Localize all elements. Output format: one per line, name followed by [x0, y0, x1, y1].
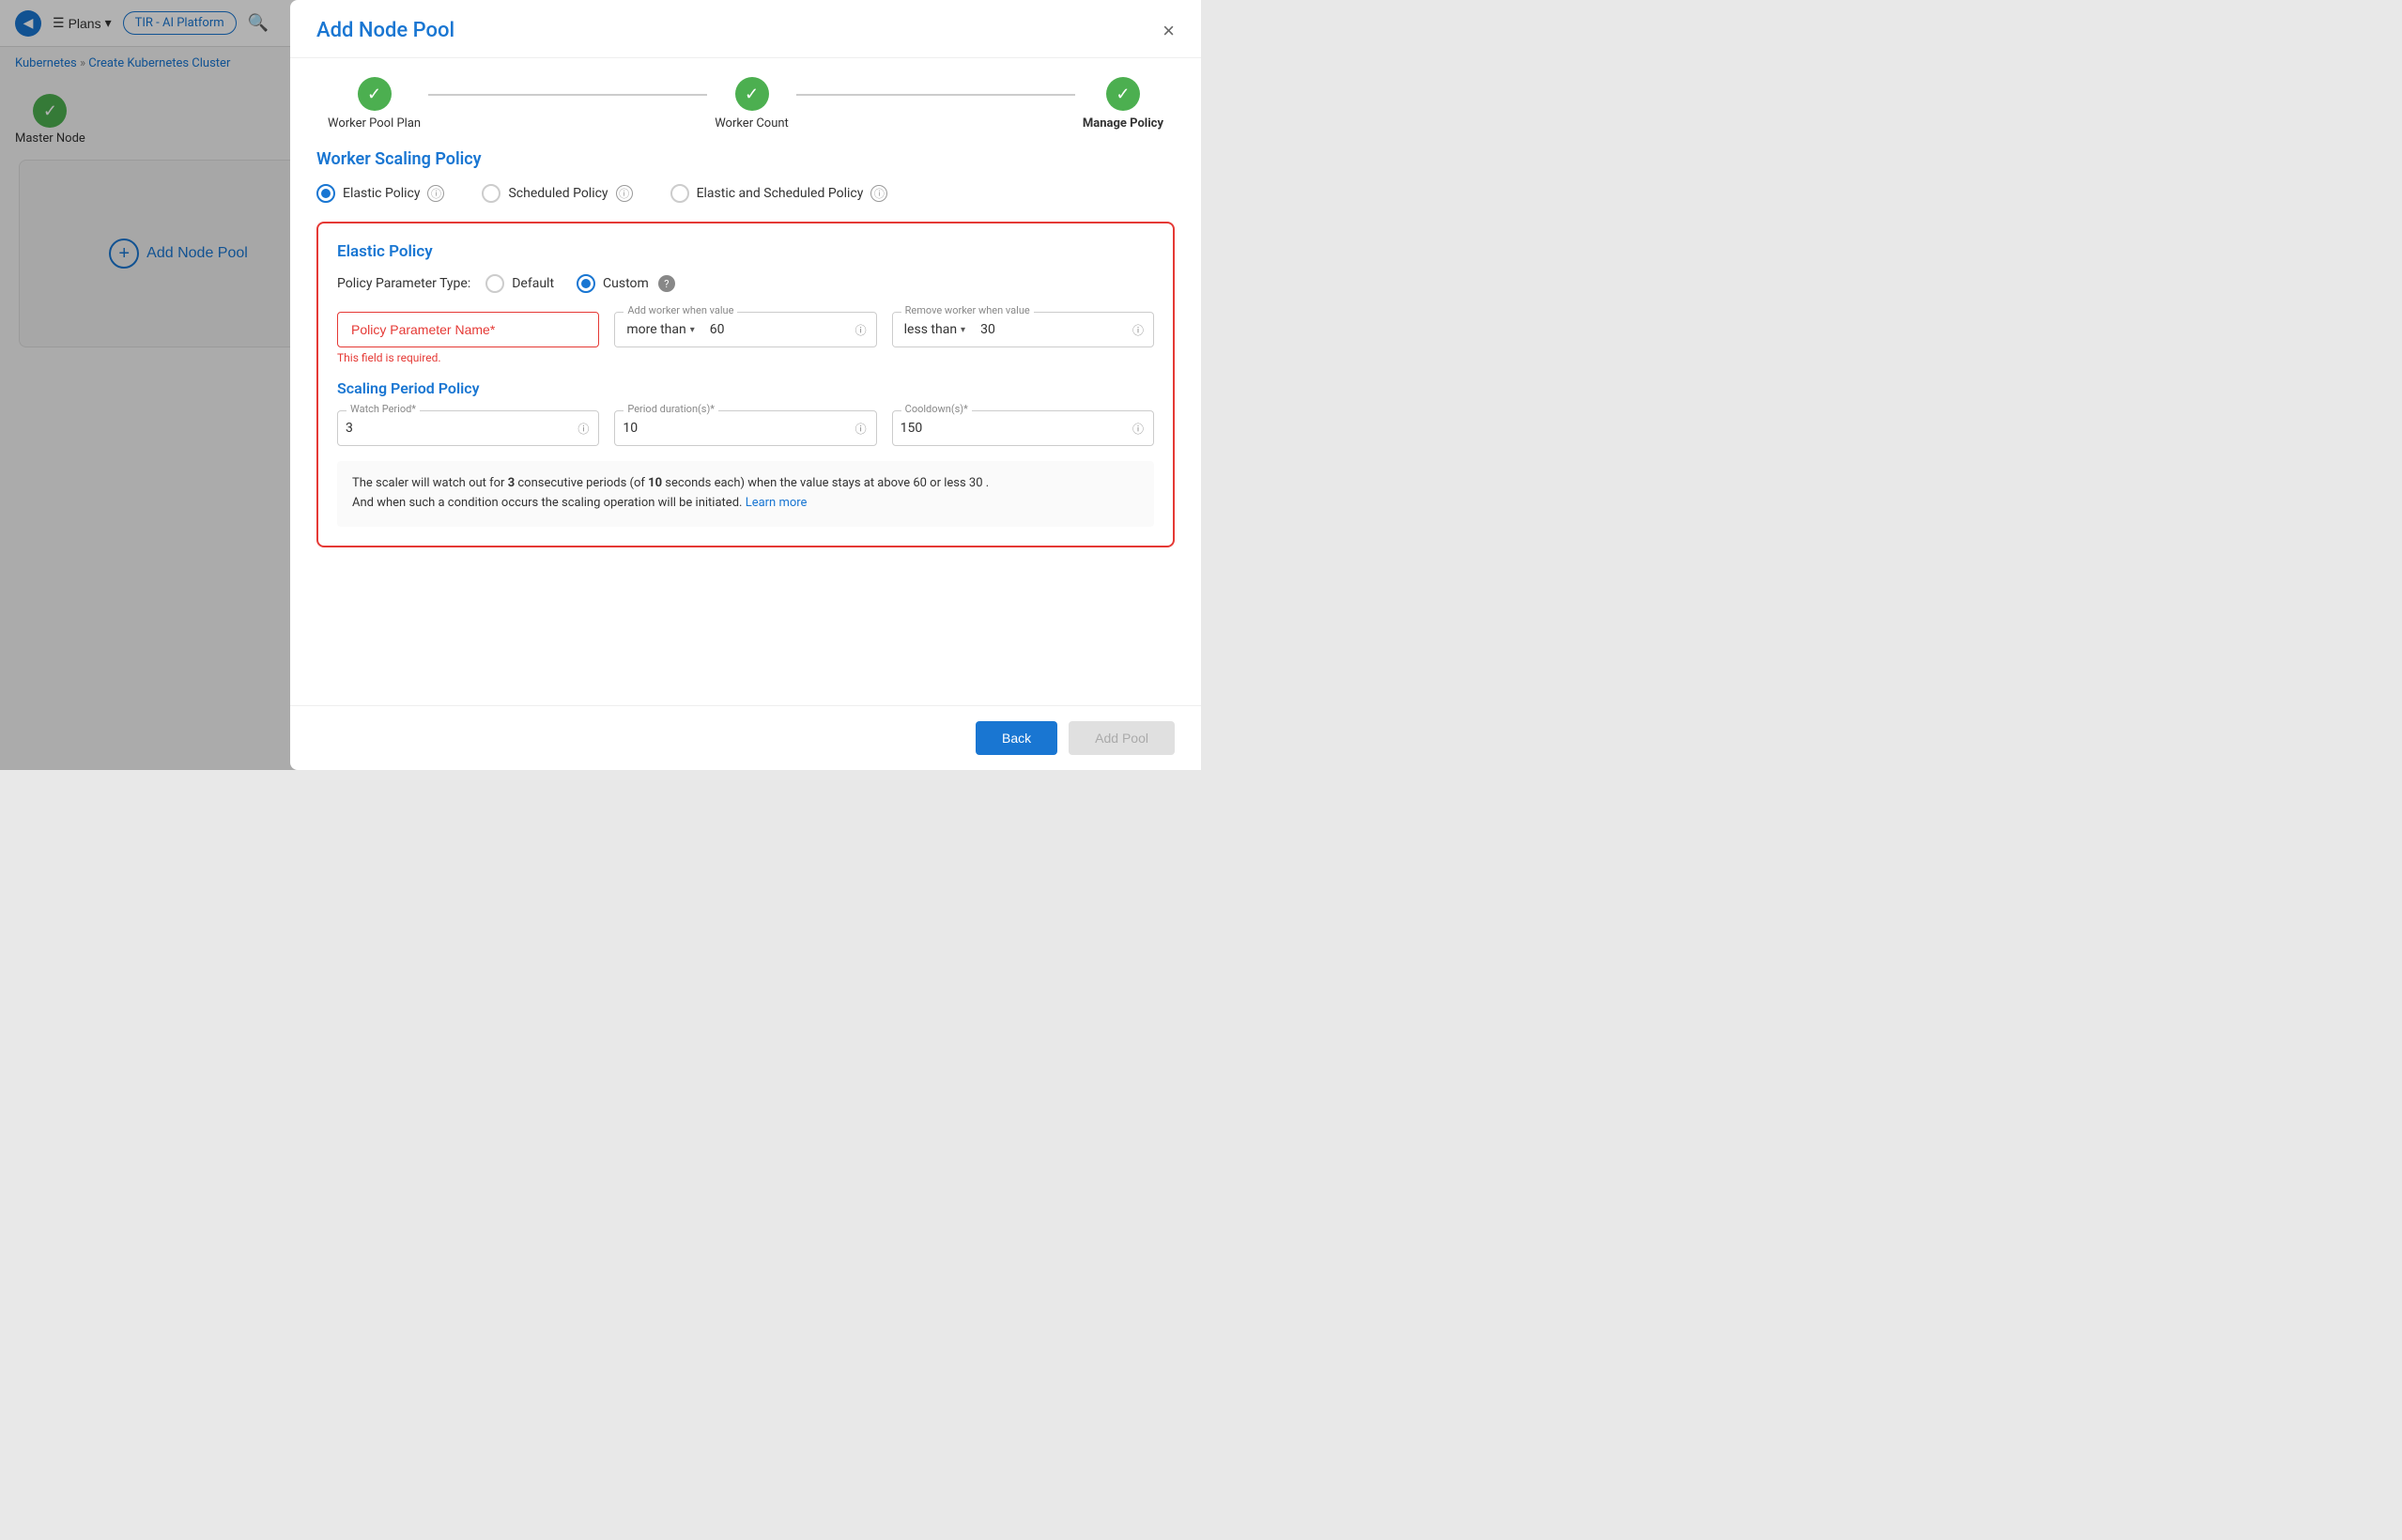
modal-header: Add Node Pool × [290, 0, 1201, 58]
remove-worker-condition-label: less than [904, 322, 957, 337]
remove-worker-field: Remove worker when value less than ▾ 30 … [892, 312, 1154, 364]
cooldown-field: Cooldown(s)* 150 ⓘ [892, 410, 1154, 446]
step-worker-count: ✓ Worker Count [715, 77, 789, 131]
remove-worker-value: 30 [973, 313, 1123, 346]
elastic-policy-box: Elastic Policy Policy Parameter Type: De… [316, 222, 1175, 547]
watch-period-value: 3 [338, 411, 568, 445]
step1-check: ✓ [358, 77, 392, 111]
worker-scaling-policy-title: Worker Scaling Policy [316, 149, 1175, 169]
elastic-scheduled-policy-radio[interactable] [670, 184, 689, 203]
step3-check: ✓ [1106, 77, 1140, 111]
step-line-1 [428, 94, 707, 96]
period-duration-info-icon[interactable]: ⓘ [846, 421, 876, 437]
elastic-policy-title: Elastic Policy [337, 242, 1154, 261]
step-worker-pool-plan: ✓ Worker Pool Plan [328, 77, 421, 131]
elastic-scheduled-policy-option[interactable]: Elastic and Scheduled Policy ⓘ [670, 184, 888, 203]
custom-info-icon[interactable]: ? [658, 275, 675, 292]
desc-bold2: 10 [648, 476, 662, 490]
remove-worker-chevron-icon: ▾ [961, 325, 965, 335]
cooldown-value: 150 [893, 411, 1123, 445]
elastic-scheduled-policy-info-icon[interactable]: ⓘ [870, 185, 887, 202]
close-button[interactable]: × [1163, 21, 1175, 41]
scheduled-policy-radio[interactable] [482, 184, 500, 203]
step3-label: Manage Policy [1083, 116, 1163, 131]
add-worker-legend: Add worker when value [624, 304, 737, 316]
step-manage-policy: ✓ Manage Policy [1083, 77, 1163, 131]
description-box: The scaler will watch out for 3 consecut… [337, 461, 1154, 527]
default-label: Default [512, 276, 554, 291]
policy-param-type-row: Policy Parameter Type: Default Custom ? [337, 274, 1154, 293]
elastic-policy-label: Elastic Policy [343, 186, 420, 201]
add-worker-input-row: more than ▾ 60 ⓘ [614, 312, 876, 347]
remove-worker-legend: Remove worker when value [901, 304, 1034, 316]
add-worker-field: Add worker when value more than ▾ 60 ⓘ [614, 312, 876, 364]
elastic-policy-radio[interactable] [316, 184, 335, 203]
modal-title: Add Node Pool [316, 19, 454, 42]
remove-worker-input-row: less than ▾ 30 ⓘ [892, 312, 1154, 347]
watch-period-legend: Watch Period* [346, 403, 420, 415]
custom-option[interactable]: Custom ? [577, 274, 675, 293]
step2-check: ✓ [735, 77, 769, 111]
period-duration-value: 10 [615, 411, 845, 445]
policy-fields-row: This field is required. Add worker when … [337, 312, 1154, 364]
add-worker-condition-label: more than [626, 322, 685, 337]
elastic-policy-info-icon[interactable]: ⓘ [427, 185, 444, 202]
desc-text4: And when such a condition occurs the sca… [352, 496, 746, 510]
policy-param-name-field: This field is required. [337, 312, 599, 364]
param-type-options: Default Custom ? [485, 274, 675, 293]
watch-period-input-row: 3 ⓘ [337, 410, 599, 446]
period-duration-legend: Period duration(s)* [624, 403, 718, 415]
scheduled-policy-label: Scheduled Policy [508, 186, 608, 201]
scaling-period-fields-row: Watch Period* 3 ⓘ Period duration(s)* 10… [337, 410, 1154, 446]
step-line-2 [796, 94, 1075, 96]
desc-text2: consecutive periods (of [515, 476, 648, 490]
desc-text3: seconds each) when the value stays at ab… [662, 476, 989, 490]
period-duration-field: Period duration(s)* 10 ⓘ [614, 410, 876, 446]
cooldown-info-icon[interactable]: ⓘ [1123, 421, 1153, 437]
period-duration-input-row: 10 ⓘ [614, 410, 876, 446]
policy-options: Elastic Policy ⓘ Scheduled Policy ⓘ Elas… [316, 184, 1175, 203]
modal-footer: Back Add Pool [290, 705, 1201, 770]
scaling-period-title: Scaling Period Policy [337, 379, 1154, 397]
scheduled-policy-option[interactable]: Scheduled Policy ⓘ [482, 184, 632, 203]
step2-label: Worker Count [715, 116, 789, 131]
custom-label: Custom [603, 276, 649, 291]
cooldown-legend: Cooldown(s)* [901, 403, 972, 415]
remove-worker-condition-select[interactable]: less than ▾ [893, 313, 973, 346]
modal-body: Worker Scaling Policy Elastic Policy ⓘ S… [290, 149, 1201, 705]
elastic-policy-option[interactable]: Elastic Policy ⓘ [316, 184, 444, 203]
remove-worker-info-icon[interactable]: ⓘ [1123, 322, 1153, 338]
step1-label: Worker Pool Plan [328, 116, 421, 131]
custom-radio[interactable] [577, 274, 595, 293]
cooldown-input-row: 150 ⓘ [892, 410, 1154, 446]
add-worker-condition-select[interactable]: more than ▾ [615, 313, 701, 346]
elastic-scheduled-policy-label: Elastic and Scheduled Policy [697, 186, 864, 201]
watch-period-info-icon[interactable]: ⓘ [568, 421, 598, 437]
desc-text1: The scaler will watch out for [352, 476, 508, 490]
back-button[interactable]: Back [976, 721, 1057, 755]
default-option[interactable]: Default [485, 274, 554, 293]
learn-more-link[interactable]: Learn more [746, 496, 808, 510]
scheduled-policy-info-icon[interactable]: ⓘ [616, 185, 633, 202]
default-radio[interactable] [485, 274, 504, 293]
add-worker-info-icon[interactable]: ⓘ [846, 322, 876, 338]
watch-period-field: Watch Period* 3 ⓘ [337, 410, 599, 446]
add-worker-value: 60 [702, 313, 846, 346]
add-pool-button[interactable]: Add Pool [1069, 721, 1175, 755]
add-worker-chevron-icon: ▾ [690, 325, 695, 335]
stepper: ✓ Worker Pool Plan ✓ Worker Count ✓ Mana… [290, 58, 1201, 149]
param-type-label: Policy Parameter Type: [337, 276, 470, 291]
policy-param-name-input[interactable] [337, 312, 599, 347]
policy-param-error: This field is required. [337, 351, 599, 364]
modal: Add Node Pool × ✓ Worker Pool Plan ✓ Wor… [290, 0, 1201, 770]
